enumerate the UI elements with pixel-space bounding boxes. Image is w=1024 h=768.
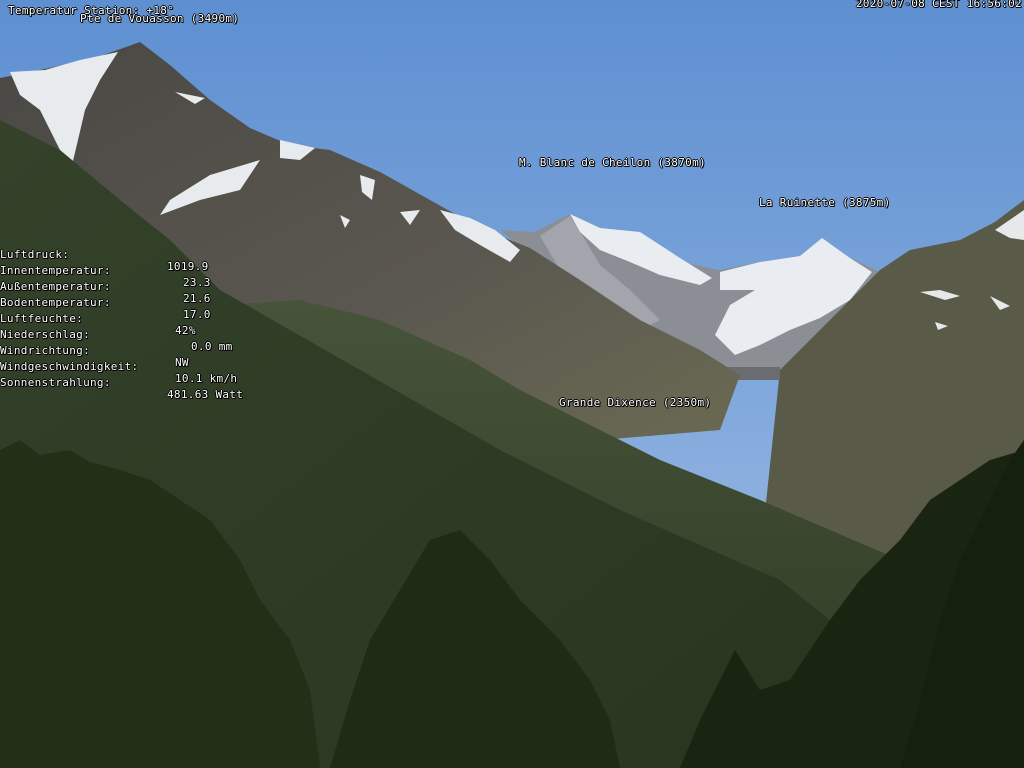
weather-value: 21.6 xyxy=(183,292,211,305)
weather-value: 42% xyxy=(175,324,196,337)
weather-value: 23.3 xyxy=(183,276,211,289)
weather-label: Sonnenstrahlung: xyxy=(0,376,111,389)
peak-label-cheilon: M. Blanc de Cheilon (3870m) xyxy=(519,156,706,169)
weather-value: 10.1 km/h xyxy=(175,372,238,385)
peak-label-vouasson: Pte de Vouasson (3490m) xyxy=(80,12,240,25)
timestamp: 2020-07-08 CEST 16:56:02 xyxy=(855,0,1022,10)
weather-row-solar-radiation: Sonnenstrahlung: 481.63 Watt xyxy=(0,365,243,413)
weather-panel: Luftdruck: 1019.9 Innentemperatur: 23.3 … xyxy=(0,237,260,401)
weather-value: 481.63 Watt xyxy=(167,388,244,401)
peak-label-dixence: Grande Dixence (2350m) xyxy=(559,396,712,409)
weather-value: 1019.9 xyxy=(167,260,209,273)
weather-value: 0.0 mm xyxy=(191,340,233,353)
weather-value: 17.0 xyxy=(183,308,211,321)
weather-value: NW xyxy=(175,356,189,369)
peak-label-ruinette: La Ruinette (3875m) xyxy=(759,196,891,209)
